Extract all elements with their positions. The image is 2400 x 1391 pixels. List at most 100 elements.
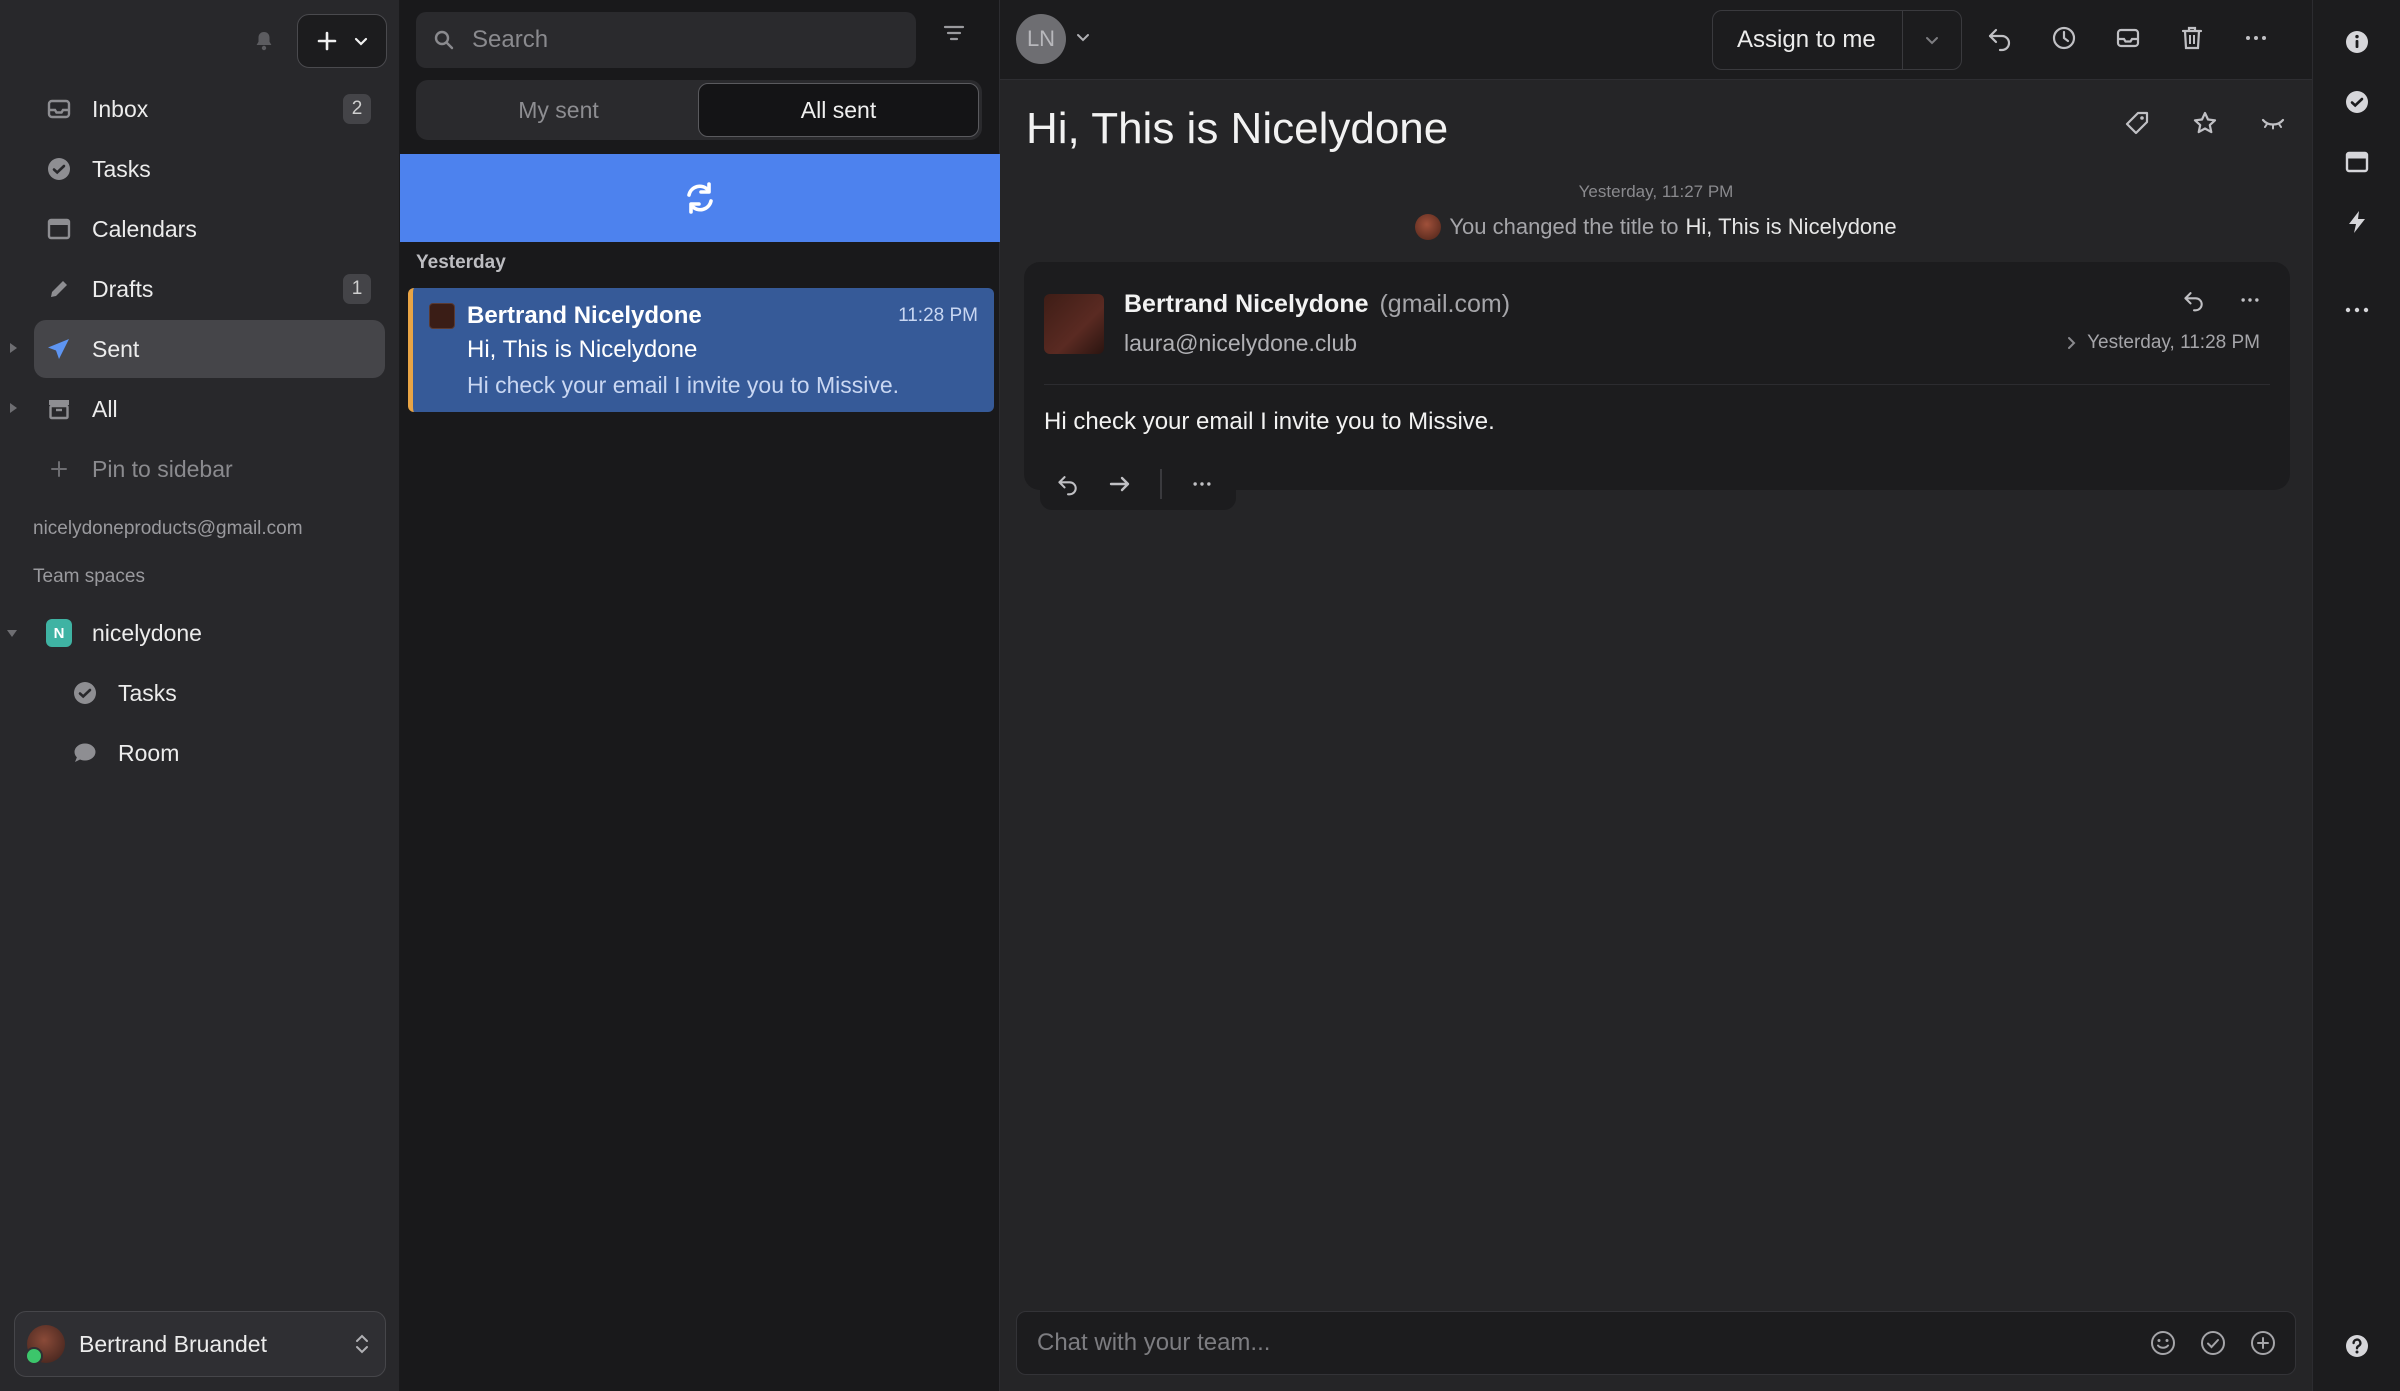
more-options-icon[interactable]	[1190, 472, 1214, 496]
sidebar-item-label: All	[92, 395, 118, 422]
team-item-tasks[interactable]: Tasks	[60, 664, 385, 722]
expand-caret-icon[interactable]	[8, 342, 18, 354]
email-recipient[interactable]: laura@nicelydone.club	[1124, 330, 1357, 357]
message-actions	[2182, 288, 2262, 312]
reply-icon[interactable]	[1056, 472, 1080, 496]
sender-domain: (gmail.com)	[1379, 290, 1511, 318]
sidebar-item-inbox[interactable]: Inbox 2	[34, 80, 385, 138]
search-placeholder: Search	[472, 26, 549, 53]
chevron-down-icon	[354, 37, 367, 46]
pin-to-sidebar-button[interactable]: Pin to sidebar	[34, 440, 385, 498]
sidebar-item-calendars[interactable]: Calendars	[34, 200, 385, 258]
tab-all-sent[interactable]: All sent	[698, 83, 979, 137]
sidebar-item-label: Calendars	[92, 215, 197, 242]
assign-to-me-button[interactable]: Assign to me	[1712, 10, 1962, 70]
sidebar-item-tasks[interactable]: Tasks	[34, 140, 385, 198]
plus-icon	[317, 31, 336, 51]
sidebar-item-label: Drafts	[92, 275, 154, 302]
forward-icon[interactable]	[1108, 472, 1132, 496]
refresh-banner[interactable]	[400, 154, 1000, 242]
collapse-eye-icon[interactable]	[2260, 110, 2286, 136]
search-input[interactable]: Search	[416, 12, 916, 68]
tasks-check-icon[interactable]	[2343, 88, 2371, 116]
inbox-count-badge: 2	[343, 94, 371, 124]
filter-icon[interactable]	[943, 24, 965, 42]
avatar	[1415, 214, 1442, 240]
event-text: You changed the title to	[1449, 214, 1679, 239]
team-item-nicelydone[interactable]: N nicelydone	[7, 604, 385, 662]
reply-icon[interactable]	[1986, 24, 2014, 52]
conversation-title: Hi, This is Nicelydone	[1026, 104, 1449, 153]
chevron-down-icon[interactable]	[1903, 32, 1961, 48]
more-options-icon[interactable]	[2238, 288, 2262, 312]
chevron-down-icon[interactable]	[1076, 30, 1090, 44]
chat-bubble-icon	[72, 740, 98, 766]
right-rail	[2312, 0, 2400, 1391]
calendar-icon	[46, 216, 72, 242]
collapse-caret-icon[interactable]	[6, 628, 18, 638]
profile-switcher[interactable]: Bertrand Bruandet	[14, 1311, 386, 1377]
task-check-icon[interactable]	[2199, 1329, 2227, 1357]
date-group-label: Yesterday	[416, 252, 506, 273]
sidebar-item-label: Sent	[92, 335, 140, 362]
team-item-room[interactable]: Room	[60, 724, 385, 782]
sender-name: Bertrand Nicelydone	[1124, 290, 1369, 318]
star-icon[interactable]	[2192, 110, 2218, 136]
sender-avatar	[429, 303, 455, 329]
sidebar-item-sent[interactable]: Sent	[10, 320, 385, 378]
check-circle-icon	[46, 156, 72, 182]
conversation-actions	[1986, 24, 2270, 52]
event-value: Hi, This is Nicelydone	[1685, 214, 1897, 239]
email-sender[interactable]: Bertrand Nicelydone (gmail.com)	[1124, 290, 1510, 319]
more-options-icon[interactable]	[2343, 296, 2371, 324]
sidebar-nav: Inbox 2 Tasks Calendars Drafts 1 Sent Al…	[0, 80, 399, 784]
event-timestamp: Yesterday, 11:27 PM	[1578, 182, 1734, 201]
lightning-icon[interactable]	[2343, 208, 2371, 236]
more-options-icon[interactable]	[2242, 24, 2270, 52]
assignee-avatar[interactable]: LN	[1016, 14, 1066, 64]
team-item-label: Room	[118, 739, 180, 766]
team-chat-input[interactable]: Chat with your team...	[1016, 1311, 2296, 1375]
pencil-icon	[46, 276, 72, 302]
search-icon	[434, 30, 454, 50]
chevron-right-icon	[2068, 337, 2076, 349]
label-tag-icon[interactable]	[2124, 110, 2150, 136]
sidebar-top-actions	[249, 14, 387, 68]
info-icon[interactable]	[2343, 28, 2371, 56]
sidebar-item-label: Tasks	[92, 155, 151, 182]
check-circle-icon	[72, 680, 98, 706]
help-icon[interactable]	[2343, 1332, 2371, 1360]
email-date[interactable]: Yesterday, 11:28 PM	[2067, 332, 2260, 354]
team-item-label: Tasks	[118, 679, 177, 706]
team-avatar: N	[46, 619, 72, 647]
snooze-clock-icon[interactable]	[2050, 24, 2078, 52]
sidebar-item-drafts[interactable]: Drafts 1	[34, 260, 385, 318]
conversation-toolbar: LN Assign to me	[1000, 0, 2312, 80]
profile-name: Bertrand Bruandet	[79, 1330, 267, 1357]
inbox-icon	[46, 96, 72, 122]
compose-button[interactable]	[297, 14, 387, 68]
drafts-count-badge: 1	[343, 274, 371, 304]
pin-to-sidebar-label: Pin to sidebar	[92, 455, 233, 482]
trash-icon[interactable]	[2178, 24, 2206, 52]
add-attachment-icon[interactable]	[2249, 1329, 2277, 1357]
list-item[interactable]: Bertrand Nicelydone 11:28 PM Hi, This is…	[408, 288, 994, 412]
sidebar: Inbox 2 Tasks Calendars Drafts 1 Sent Al…	[0, 0, 400, 1391]
reply-icon[interactable]	[2182, 288, 2206, 312]
account-email[interactable]: nicelydoneproducts@gmail.com	[33, 518, 399, 548]
tab-my-sent[interactable]: My sent	[419, 83, 698, 137]
message-quick-actions	[1040, 458, 1236, 510]
move-to-inbox-icon[interactable]	[2114, 24, 2142, 52]
plus-icon	[46, 456, 72, 482]
expand-caret-icon[interactable]	[8, 402, 18, 414]
emoji-icon[interactable]	[2149, 1329, 2177, 1357]
archive-icon	[46, 396, 72, 422]
divider	[1160, 469, 1162, 499]
sender-avatar	[1044, 294, 1104, 354]
sidebar-item-all[interactable]: All	[10, 380, 385, 438]
calendar-icon[interactable]	[2343, 148, 2371, 176]
title-change-event: You changed the title to Hi, This is Nic…	[1000, 214, 2312, 240]
email-date-text: Yesterday, 11:28 PM	[2087, 332, 2260, 353]
notifications-bell-icon[interactable]	[249, 26, 279, 56]
sent-filter-tabs: My sent All sent	[416, 80, 982, 140]
